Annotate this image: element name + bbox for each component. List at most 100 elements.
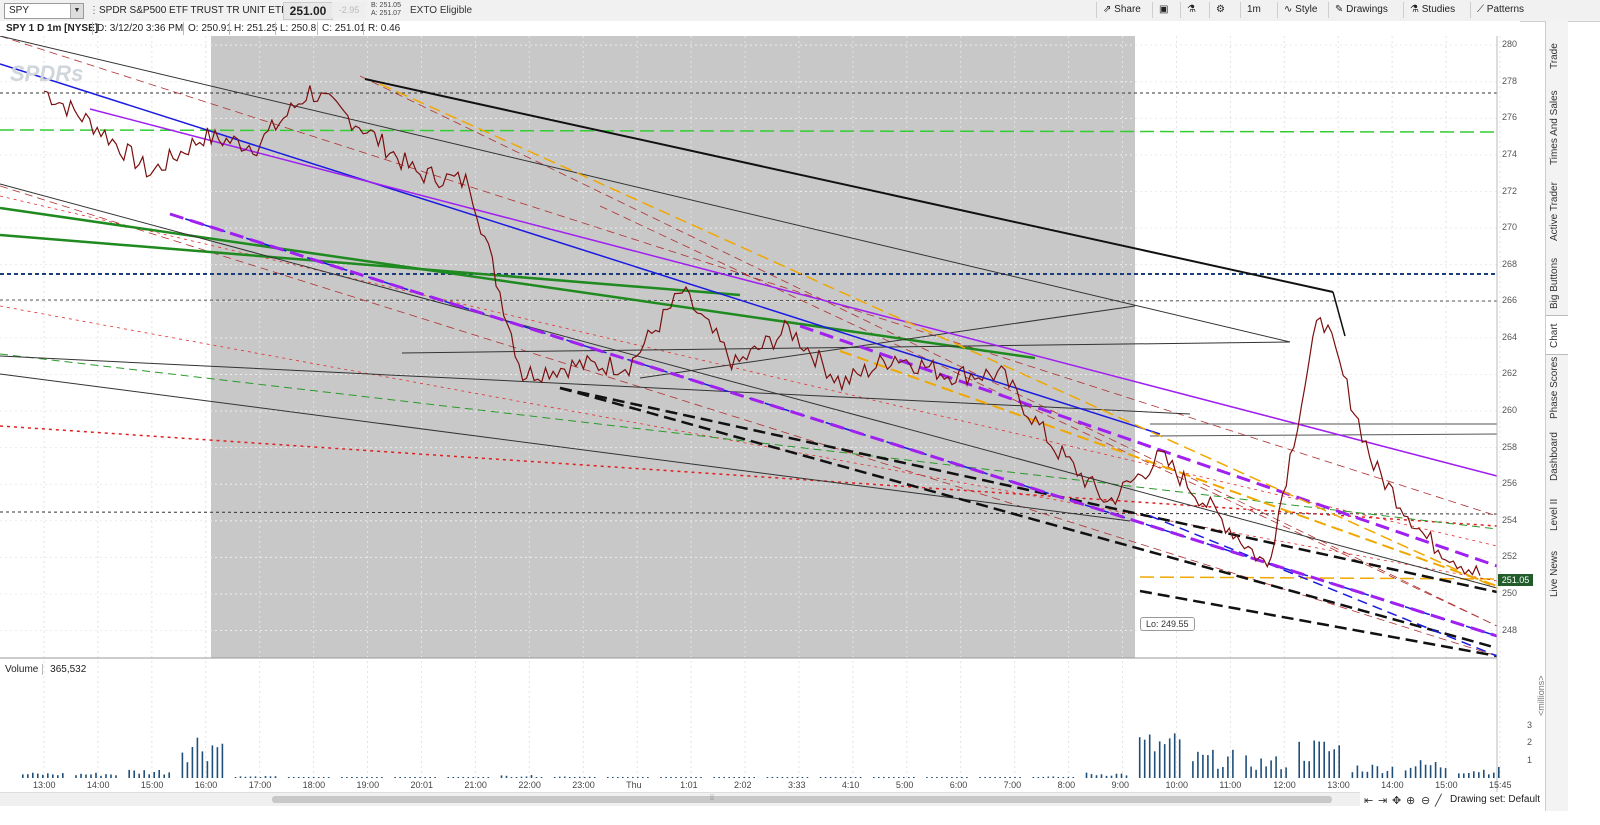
volume-bar	[1488, 774, 1490, 778]
bid-price: B: 251.05	[371, 2, 401, 9]
volume-bar	[612, 777, 614, 778]
volume-bar	[931, 777, 933, 778]
symbol-menu-icon[interactable]: ⋮	[89, 5, 99, 16]
volume-bar	[1120, 773, 1123, 778]
interval-button[interactable]: 1m	[1240, 2, 1277, 18]
volume-bar	[1090, 774, 1093, 778]
studies-button[interactable]: ⚗ Studies	[1403, 2, 1472, 18]
chevron-down-icon[interactable]: ▼	[70, 4, 83, 18]
volume-bar	[690, 777, 692, 778]
tab-level-ii[interactable]: Level II	[1546, 487, 1568, 537]
volume-bar	[201, 751, 204, 778]
scroll-right-icon[interactable]: ⇥	[1378, 794, 1387, 807]
drawings-label: Drawings	[1346, 4, 1388, 15]
volume-bar	[57, 775, 59, 778]
volume-bar	[1270, 760, 1272, 778]
volume-bar	[186, 762, 189, 778]
volume-bar	[27, 774, 29, 778]
volume-bar	[138, 773, 140, 778]
volume-bar	[791, 777, 794, 778]
volume-bar	[1458, 773, 1460, 778]
tab-active-trader[interactable]: Active Trader	[1546, 171, 1568, 247]
volume-bar	[878, 777, 880, 778]
volume-bar	[966, 777, 968, 778]
price-tick-label: 264	[1502, 331, 1518, 342]
volume-bar	[1222, 767, 1224, 778]
volume-bar	[211, 745, 214, 778]
volume-bar	[839, 777, 842, 778]
volume-bar	[733, 777, 735, 778]
chart-canvas[interactable]: SPDRs	[0, 36, 1545, 792]
zoom-in-icon[interactable]: ⊕	[1406, 794, 1415, 807]
time-tick-label: 9:00	[1111, 780, 1130, 790]
time-tick-label: 5:00	[895, 780, 914, 790]
volume-bar	[1042, 776, 1045, 778]
share-button[interactable]: ⇗ Share	[1096, 2, 1155, 18]
volume-bar	[540, 777, 543, 778]
volume-bar	[1095, 775, 1098, 778]
volume-bar	[414, 777, 416, 778]
gear-button[interactable]: ⚙	[1209, 2, 1236, 18]
tab-phase-scores[interactable]: Phase Scores	[1546, 353, 1568, 425]
volume-bar	[1333, 749, 1335, 778]
volume-bar	[1173, 733, 1176, 778]
tab-big-buttons[interactable]: Big Buttons	[1546, 247, 1568, 315]
time-tick-label: 12:00	[1273, 780, 1296, 790]
volume-bar	[1032, 777, 1035, 778]
volume-bar	[913, 777, 915, 778]
volume-bar	[216, 747, 219, 778]
tab-dashboard[interactable]: Dashboard	[1546, 425, 1568, 487]
volume-bar	[1004, 777, 1006, 778]
volume-bar	[1115, 773, 1118, 778]
drawings-button[interactable]: ✎ Drawings	[1328, 2, 1403, 18]
volume-bar	[181, 752, 184, 778]
volume-bar	[1303, 760, 1305, 778]
volume-bar	[695, 777, 697, 778]
volume-bar	[424, 777, 426, 778]
style-icon: ∿	[1284, 4, 1293, 15]
volume-bar	[1409, 767, 1412, 778]
tab-chart[interactable]: Chart	[1546, 315, 1568, 355]
time-tick-label: 19:00	[356, 780, 380, 790]
volume-bar	[1138, 737, 1141, 778]
tab-label: Dashboard	[1549, 432, 1560, 481]
volume-bar	[500, 775, 503, 778]
tab-trade[interactable]: Trade	[1546, 23, 1568, 75]
volume-bar	[292, 777, 295, 778]
volume-bar	[718, 777, 720, 778]
volume-bar	[196, 737, 199, 778]
flask-button[interactable]: ⚗	[1180, 2, 1207, 18]
volume-bar	[322, 777, 325, 778]
chart-settings-button[interactable]: ▣	[1152, 2, 1181, 18]
time-tick-label: 13:00	[33, 780, 56, 790]
drawing-set[interactable]: Drawing set: Default	[1450, 794, 1540, 805]
settings-panel-icon: ▣	[1159, 4, 1169, 15]
volume-bar	[1361, 771, 1364, 778]
volume-bar	[1232, 749, 1234, 778]
volume-bar	[1105, 775, 1108, 778]
volume-bar	[1260, 758, 1262, 778]
zoom-out-icon[interactable]: ⊖	[1421, 794, 1430, 807]
price-tick-label: 248	[1502, 624, 1518, 635]
volume-bar	[1168, 738, 1171, 778]
volume-bar	[1468, 773, 1470, 778]
symbol-input[interactable]: SPY ▼	[4, 3, 84, 19]
bar-open: O: 250.91	[183, 22, 232, 35]
scrollbar-thumb[interactable]	[272, 796, 1332, 803]
volume-bar	[327, 777, 330, 778]
studies-label: Studies	[1421, 4, 1456, 15]
volume-bar	[1429, 765, 1432, 778]
pan-icon[interactable]: ✥	[1392, 794, 1401, 807]
tab-times-and-sales[interactable]: Times And Sales	[1546, 75, 1568, 171]
volume-bar	[558, 776, 561, 778]
tab-label: Live News	[1549, 550, 1560, 597]
volume-bar	[728, 777, 730, 778]
style-button[interactable]: ∿ Style	[1277, 2, 1330, 18]
tab-live-news[interactable]: Live News	[1546, 537, 1568, 603]
volume-bar	[1202, 754, 1204, 778]
volume-bar	[409, 777, 411, 778]
scroll-left-icon[interactable]: ⇤	[1364, 794, 1373, 807]
draw-line-icon[interactable]: ╱	[1435, 794, 1442, 807]
volume-bar	[153, 772, 155, 778]
patterns-button[interactable]: ⟋ Patterns	[1470, 2, 1543, 18]
